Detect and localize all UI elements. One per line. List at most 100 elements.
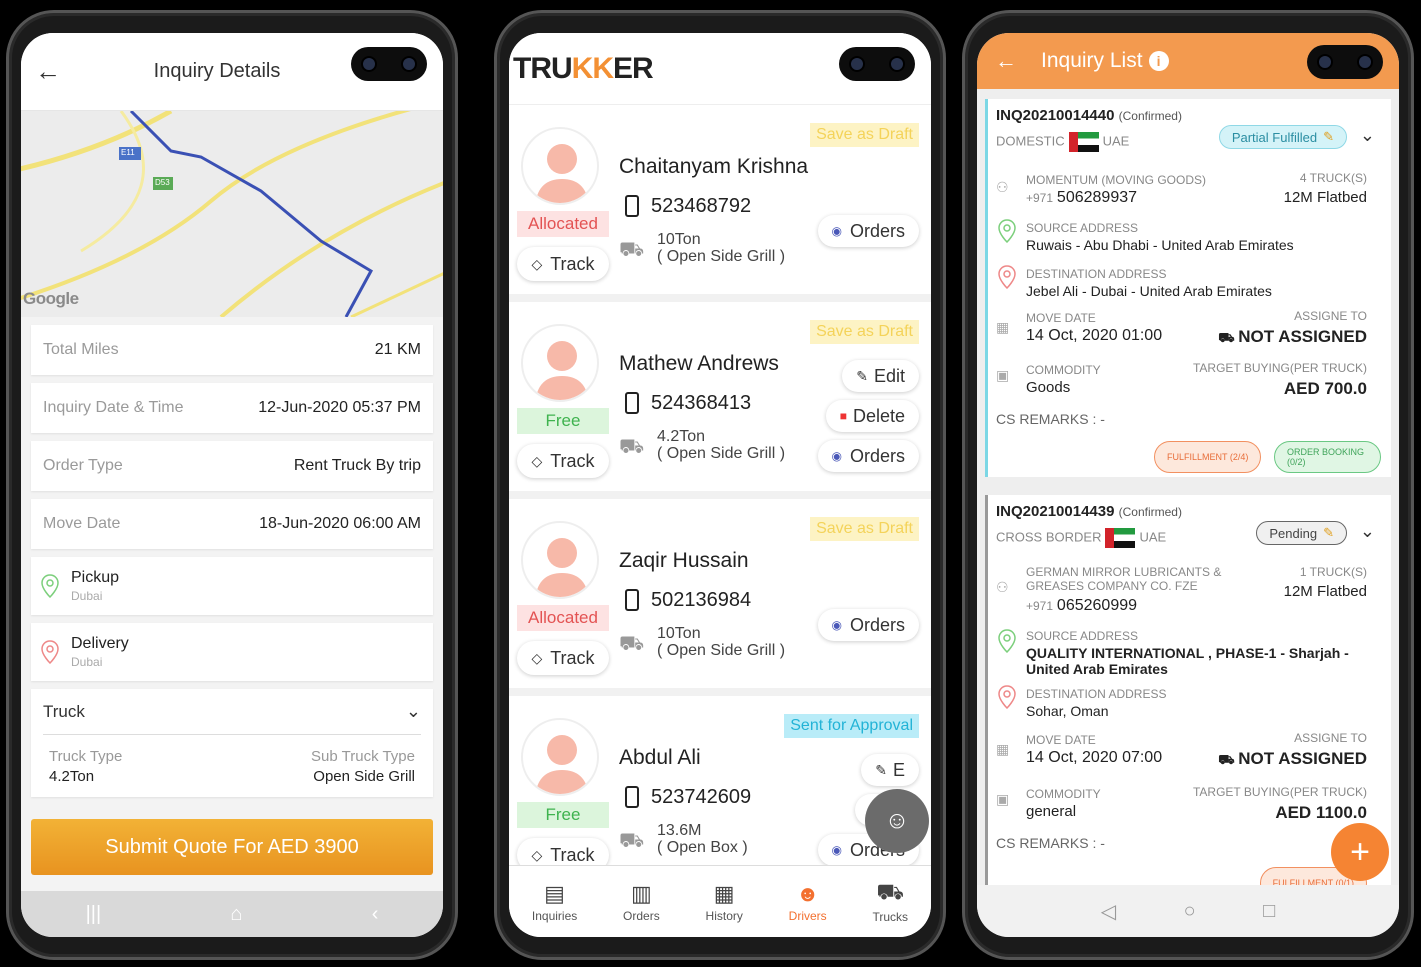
driver-card[interactable]: Allocated ◇ Track Zaqir Hussain 502136984… [509,499,931,696]
truck-details: Truck Type 4.2Ton Sub Truck Type Open Si… [43,735,421,797]
history-icon: ▦ [713,880,735,906]
row-value: 12-Jun-2020 05:37 PM [258,399,421,416]
back-icon[interactable]: ‹ [372,903,379,926]
chevron-down-icon[interactable]: ⌄ [406,701,421,722]
inquiry-card[interactable]: INQ20210014440 (Confirmed) DOMESTIC UAE P… [985,99,1391,477]
driver-fab-button[interactable]: ☺ [865,789,929,853]
destination-pin-icon [998,265,1016,289]
truck-capacity: 10Ton( Open Side Grill ) [657,625,786,659]
chevron-down-icon[interactable]: ⌄ [1360,125,1375,146]
add-inquiry-button[interactable]: + [1331,823,1389,881]
row-label: Total Miles [43,341,119,358]
home-icon[interactable]: ○ [1184,900,1196,923]
location-icon: ◇ [531,846,543,863]
status-badge[interactable]: Partial Fulfilled ✎ [1218,125,1347,149]
system-nav-bar: ◁ ○ □ [977,885,1399,937]
chevron-down-icon[interactable]: ⌄ [1360,521,1375,542]
cs-remarks: CS REMARKS : - [996,411,1105,427]
truck-type: 12M Flatbed [1283,583,1367,600]
track-button[interactable]: ◇ Track [517,641,609,675]
driver-name: Mathew Andrews [619,352,779,375]
delivery-row[interactable]: Delivery Dubai [31,623,433,681]
order-booking-button[interactable]: ORDER BOOKING (0/2) [1274,441,1381,473]
driver-phone: 523468792 [651,195,752,217]
truck-icon: ⛟ [619,239,645,261]
driver-name: Chaitanyam Krishna [619,155,809,178]
tab-orders[interactable]: ▥ Orders [623,881,660,923]
delete-button[interactable]: ■ Delete [825,400,919,432]
orders-button[interactable]: ◉ Orders [817,609,919,641]
tab-inquiries[interactable]: ▤ Inquiries [532,881,577,923]
location-icon: ◇ [531,452,543,469]
truck-section-header[interactable]: Truck ⌄ [43,689,421,735]
system-nav-bar: ||| ⌂ ‹ [21,891,443,937]
status-badge: Allocated [517,605,609,631]
pencil-icon: ✎ [856,367,868,384]
driver-name: Zaqir Hussain [619,549,749,572]
track-button[interactable]: ◇ Track [517,444,609,478]
bottom-tab-bar: ▤ Inquiries ▥ Orders ▦ History ☻ Drivers ⛟ Tr… [509,865,931,937]
road-label: E11 [121,148,135,157]
page-title: Inquiry List [1041,49,1143,72]
draft-tag: Save as Draft [810,517,919,541]
target-label: TARGET BUYING(PER TRUCK) [1192,361,1367,375]
eye-icon: ◉ [831,843,842,857]
assign-value: ⛟ NOT ASSIGNED [1218,327,1367,346]
source-address: Ruwais - Abu Dhabi - United Arab Emirate… [1026,237,1294,253]
back-icon[interactable]: ◁ [1101,899,1116,924]
row-value: Rent Truck By trip [293,457,421,474]
location-icon: ◇ [531,649,543,666]
driver-card[interactable]: Free ◇ Track Abdul Ali 523742609 ⛟ 13.6M(… [509,696,931,893]
tab-drivers[interactable]: ☻ Drivers [789,881,827,923]
route-map[interactable]: E11 D53 Google [21,111,443,317]
uae-flag-icon [1105,528,1136,548]
inquiry-body: ⚇ MOMENTUM (MOVING GOODS) +971 506289937… [996,171,1381,473]
dest-label: DESTINATION ADDRESS [1026,687,1167,701]
back-arrow-icon[interactable]: ← [35,56,75,87]
recents-icon[interactable]: □ [1263,900,1275,923]
driver-phone: 523742609 [651,786,752,808]
driver-card[interactable]: Allocated ◇ Track Chaitanyam Krishna 5234… [509,105,931,302]
driver-icon: ☺ [884,807,910,834]
track-button[interactable]: ◇ Track [517,247,609,281]
order-type-row: Order Type Rent Truck By trip [31,441,433,491]
status-badge[interactable]: Pending ✎ [1256,521,1347,545]
eye-icon: ◉ [831,449,842,463]
tab-history[interactable]: ▦ History [706,881,743,923]
truck-type: 12M Flatbed [1283,189,1367,206]
sub-truck-type-value: Open Side Grill [313,767,415,785]
pencil-icon: ✎ [1323,129,1334,144]
home-icon[interactable]: ⌂ [230,903,242,926]
drivers-icon: ☻ [796,880,820,906]
dest-address: Sohar, Oman [1026,703,1109,719]
box-icon: ▣ [996,367,1010,383]
submit-quote-button[interactable]: Submit Quote For AED 3900 [31,819,433,875]
avatar [521,127,599,205]
edit-button[interactable]: ✎ E [861,754,919,786]
info-icon[interactable]: i [1148,51,1169,71]
orders-button[interactable]: ◉ Orders [817,215,919,247]
recents-icon[interactable]: ||| [86,903,102,926]
orders-button[interactable]: ◉ Orders [817,440,919,472]
page-title: Inquiry Details [153,60,281,82]
back-arrow-icon[interactable]: ← [995,48,1017,74]
driver-phone: 524368413 [651,392,752,414]
driver-name: Abdul Ali [619,746,701,769]
source-label: SOURCE ADDRESS [1026,221,1139,235]
source-address: QUALITY INTERNATIONAL , PHASE-1 - Sharja… [1026,645,1349,677]
orders-icon: ▥ [630,880,652,906]
destination-pin-icon [998,685,1016,709]
truck-icon: ⛟ [619,633,645,655]
camera-notch [839,47,915,81]
location-pin-icon [41,574,59,598]
inquiry-id: INQ20210014440 (Confirmed) [996,107,1182,124]
pickup-row[interactable]: Pickup Dubai [31,557,433,615]
fulfillment-button[interactable]: FULFILLMENT (2/4) [1154,441,1262,473]
driver-card[interactable]: Free ◇ Track Mathew Andrews 524368413 ⛟ 4… [509,302,931,499]
phone-icon [625,786,639,808]
tab-trucks[interactable]: ⛟ Trucks [872,879,908,924]
trukker-logo: TRUKKER [513,51,654,85]
row-label: Order Type [43,457,123,474]
edit-button[interactable]: ✎ Edit [842,360,919,392]
assign-label: ASSIGNE TO [1294,731,1367,745]
